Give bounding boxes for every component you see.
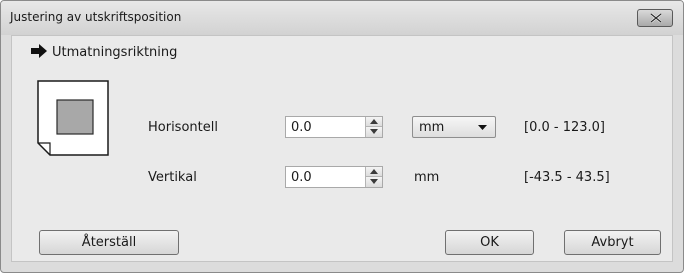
vertical-spinbox[interactable]: 0.0 <box>285 166 383 188</box>
reset-button[interactable]: Återställ <box>39 230 179 255</box>
vertical-spin-buttons <box>365 167 382 187</box>
up-triangle-icon <box>370 119 378 124</box>
horizontal-spinbox[interactable]: 0.0 <box>285 116 383 138</box>
horizontal-label: Horisontell <box>148 120 218 135</box>
up-triangle-icon <box>370 169 378 174</box>
horizontal-unit-select[interactable]: mm <box>412 116 496 138</box>
paper-position-icon <box>37 80 109 156</box>
down-triangle-icon <box>370 129 378 134</box>
horizontal-range: [0.0 - 123.0] <box>524 120 605 135</box>
dialog-window: Justering av utskriftsposition Utmatning… <box>0 0 684 273</box>
vertical-range: [-43.5 - 43.5] <box>524 170 610 185</box>
vertical-label: Vertikal <box>148 170 197 185</box>
down-triangle-icon <box>370 179 378 184</box>
close-icon <box>650 13 662 23</box>
vertical-value[interactable]: 0.0 <box>291 170 312 185</box>
horizontal-unit-selected: mm <box>419 120 445 135</box>
vertical-unit: mm <box>414 170 440 185</box>
ok-button[interactable]: OK <box>445 230 534 255</box>
right-arrow-icon <box>31 44 47 58</box>
horizontal-spin-buttons <box>365 117 382 137</box>
title-bar[interactable]: Justering av utskriftsposition <box>1 1 683 35</box>
cancel-button[interactable]: Avbryt <box>564 230 661 255</box>
horizontal-increment-button[interactable] <box>366 117 382 127</box>
chevron-down-icon <box>478 125 487 130</box>
close-button[interactable] <box>637 9 673 27</box>
output-direction-label: Utmatningsriktning <box>52 45 178 60</box>
vertical-decrement-button[interactable] <box>366 177 382 187</box>
dialog-title: Justering av utskriftsposition <box>10 10 182 24</box>
dialog-client-area <box>11 35 673 262</box>
vertical-increment-button[interactable] <box>366 167 382 177</box>
horizontal-value[interactable]: 0.0 <box>291 120 312 135</box>
horizontal-decrement-button[interactable] <box>366 127 382 137</box>
